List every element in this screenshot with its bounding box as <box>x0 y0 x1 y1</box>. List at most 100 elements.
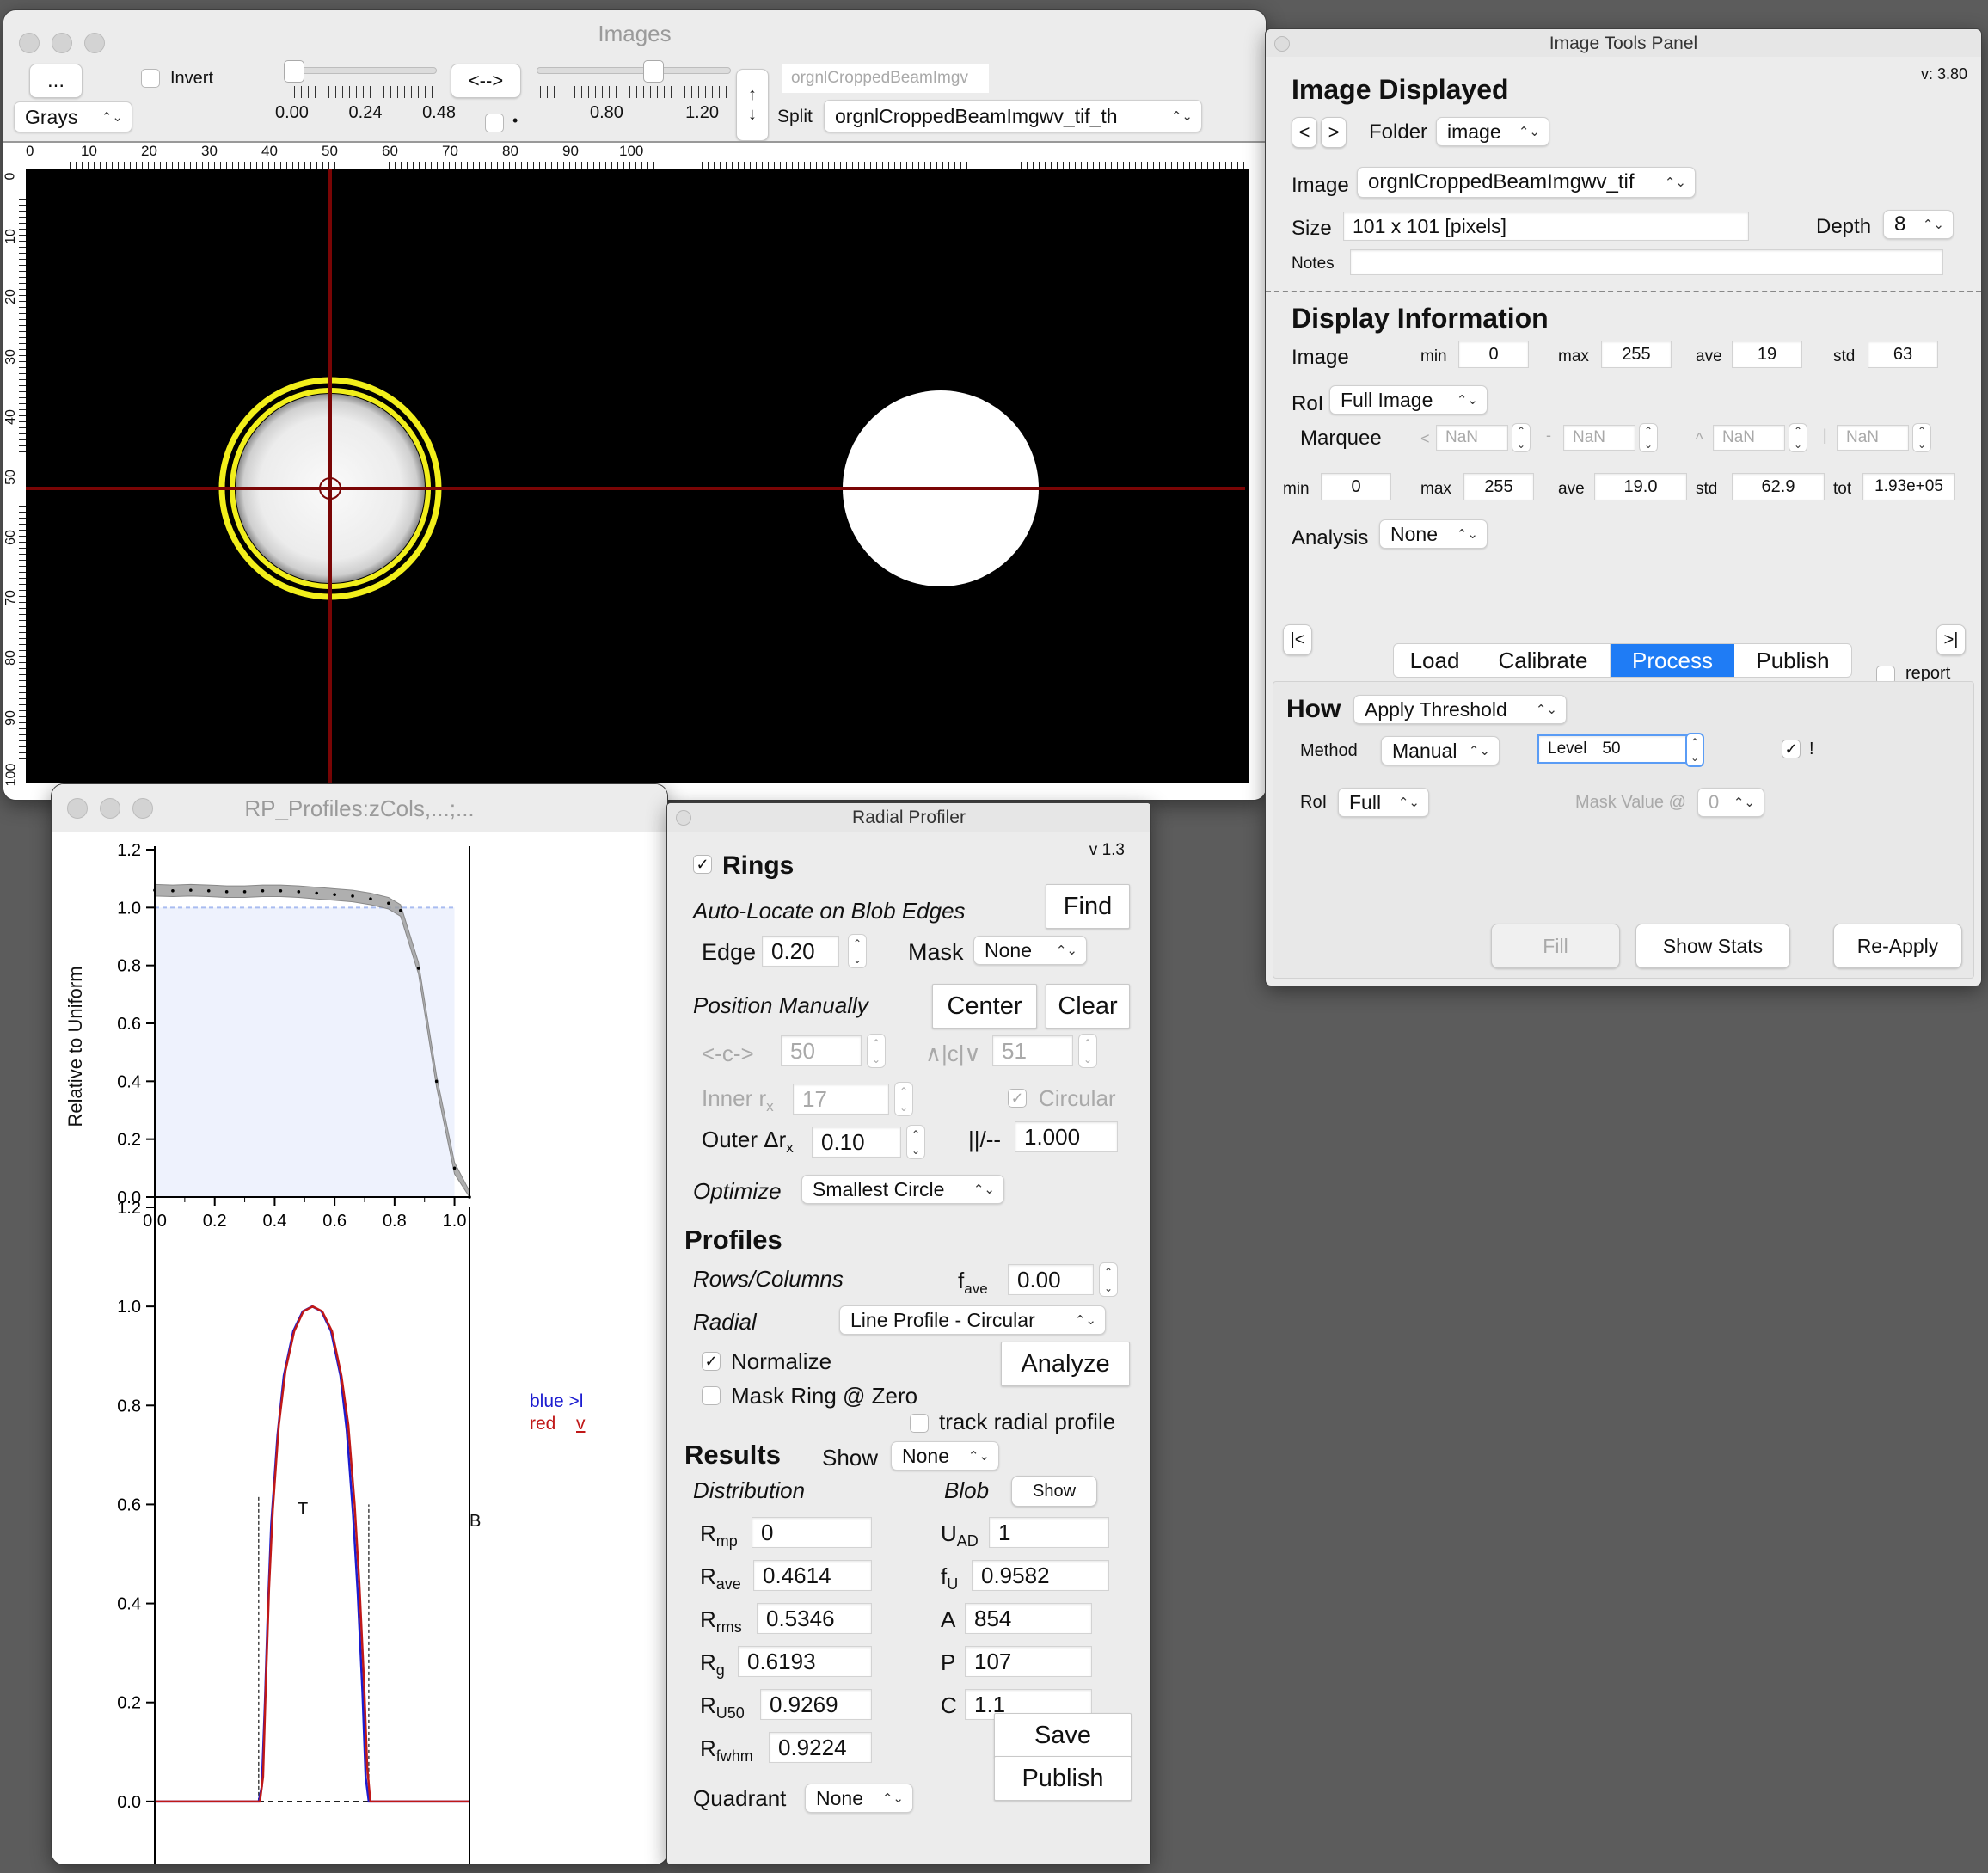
center-y-field[interactable]: 51 <box>992 1035 1073 1066</box>
tab-calibrate[interactable]: Calibrate <box>1476 644 1611 677</box>
max-slider-ticks <box>540 86 729 98</box>
radial-titlebar[interactable]: Radial Profiler <box>667 803 1150 832</box>
radial-label: Radial <box>693 1309 757 1335</box>
minimize-icon[interactable] <box>100 798 120 819</box>
radial-close-icon[interactable] <box>676 810 691 826</box>
radial-mode-select[interactable]: Line Profile - Circular ⌃⌄ <box>839 1305 1106 1335</box>
next-image-button[interactable]: > <box>1321 117 1347 148</box>
tab-load[interactable]: Load <box>1394 644 1476 677</box>
edge-stepper[interactable]: ⌃ ⌄ <box>848 934 867 968</box>
folder-select[interactable]: image ⌃⌄ <box>1436 117 1549 146</box>
bottom-y-tick-label: 0.6 <box>117 1495 141 1514</box>
track-profile-checkbox[interactable] <box>910 1414 929 1433</box>
analyze-button[interactable]: Analyze <box>1001 1342 1130 1386</box>
depth-select[interactable]: 8 ⌃⌄ <box>1883 210 1954 239</box>
zoom-icon[interactable] <box>84 33 105 53</box>
level-stepper[interactable]: ⌃ ⌄ <box>1685 733 1704 767</box>
center-x-field[interactable]: 50 <box>781 1035 862 1066</box>
x-ruler-label: 40 <box>261 143 278 159</box>
mask-select[interactable]: None ⌃⌄ <box>973 936 1087 965</box>
save-button[interactable]: Save <box>994 1713 1132 1758</box>
marquee-left-field[interactable]: NaN <box>1436 425 1508 451</box>
more-button[interactable]: ... <box>29 64 83 98</box>
image-canvas[interactable] <box>26 169 1249 783</box>
process-roi-select[interactable]: Full ⌃⌄ <box>1338 788 1429 817</box>
show-stats-button[interactable]: Show Stats <box>1635 924 1790 968</box>
edge-field[interactable]: 0.20 <box>762 936 839 967</box>
method-select[interactable]: Manual ⌃⌄ <box>1381 736 1500 765</box>
outer-r-field[interactable]: 0.10 <box>812 1127 901 1158</box>
tools-titlebar[interactable]: Image Tools Panel <box>1266 29 1981 57</box>
roi-tot-field: 1.93e+05 <box>1862 473 1955 500</box>
profile-point <box>242 890 247 894</box>
fave-stepper[interactable]: ⌃ ⌄ <box>1099 1262 1118 1297</box>
marquee-top-field[interactable]: NaN <box>1713 425 1785 451</box>
first-tab-button[interactable]: |< <box>1283 624 1312 655</box>
notes-field[interactable] <box>1350 249 1943 275</box>
center-y-stepper[interactable]: ⌃ ⌄ <box>1078 1034 1097 1068</box>
invert-label: Invert <box>170 69 214 88</box>
find-button[interactable]: Find <box>1046 884 1130 929</box>
max-slider-track[interactable] <box>537 67 731 74</box>
reapply-button[interactable]: Re-Apply <box>1833 924 1962 968</box>
marquee-bottom-field[interactable]: NaN <box>1837 425 1909 451</box>
tab-publish[interactable]: Publish <box>1734 644 1851 677</box>
legend-red: red <box>530 1414 556 1434</box>
fave-field[interactable]: 0.00 <box>1008 1264 1094 1295</box>
tab-process[interactable]: Process <box>1611 644 1734 677</box>
zoom-icon[interactable] <box>132 798 153 819</box>
show-select[interactable]: None ⌃⌄ <box>891 1441 999 1471</box>
circular-checkbox[interactable]: ✓ <box>1008 1089 1027 1108</box>
min-slider-thumb[interactable] <box>284 60 304 83</box>
marquee-right-stepper[interactable]: ⌃ ⌄ <box>1639 423 1658 452</box>
rings-checkbox[interactable]: ✓ <box>693 855 712 874</box>
image-name-field[interactable]: orgnlCroppedBeamImgv <box>782 64 989 93</box>
clear-button[interactable]: Clear <box>1046 984 1130 1029</box>
center-button[interactable]: Center <box>932 984 1037 1029</box>
minimize-icon[interactable] <box>52 33 72 53</box>
ratio-field[interactable]: 1.000 <box>1015 1121 1118 1152</box>
publish-button[interactable]: Publish <box>994 1756 1132 1801</box>
center-x-stepper[interactable]: ⌃ ⌄ <box>867 1034 886 1068</box>
fu-field: 0.9582 <box>972 1560 1109 1591</box>
max-slider-thumb[interactable] <box>643 60 664 83</box>
marquee-left-stepper[interactable]: ⌃ ⌄ <box>1512 423 1531 452</box>
tools-close-icon[interactable] <box>1274 36 1290 52</box>
inner-r-field[interactable]: 17 <box>793 1084 889 1115</box>
close-icon[interactable] <box>67 798 88 819</box>
image-select[interactable]: orgnlCroppedBeamImgwv_tif ⌃⌄ <box>1357 167 1696 198</box>
mask-ring-checkbox[interactable] <box>702 1386 721 1405</box>
profile-point <box>333 893 336 896</box>
split-select[interactable]: orgnlCroppedBeamImgwv_tif_th ⌃⌄ <box>824 100 1202 132</box>
analysis-select[interactable]: None ⌃⌄ <box>1379 519 1488 549</box>
auto-apply-checkbox[interactable]: ✓ <box>1782 740 1801 758</box>
level-field[interactable]: Level 50 <box>1537 734 1697 764</box>
marquee-bottom-stepper[interactable]: ⌃ ⌄ <box>1912 423 1931 452</box>
min-slider-track[interactable] <box>292 67 437 74</box>
marquee-top-stepper[interactable]: ⌃ ⌄ <box>1789 423 1807 452</box>
blob-show-button[interactable]: Show <box>1011 1476 1097 1507</box>
inner-r-stepper[interactable]: ⌃ ⌄ <box>894 1082 913 1116</box>
roi-select[interactable]: Full Image ⌃⌄ <box>1329 385 1488 415</box>
optimize-select[interactable]: Smallest Circle ⌃⌄ <box>801 1175 1004 1204</box>
swap-button[interactable]: <--> <box>451 64 521 98</box>
invert-checkbox[interactable] <box>141 69 160 88</box>
last-tab-button[interactable]: >| <box>1936 624 1966 655</box>
quadrant-select[interactable]: None ⌃⌄ <box>805 1784 913 1813</box>
mask-value-select[interactable]: 0 ⌃⌄ <box>1697 788 1764 817</box>
outer-r-stepper[interactable]: ⌃ ⌄ <box>906 1125 925 1159</box>
colormap-select[interactable]: Grays ⌃⌄ <box>14 101 132 132</box>
marquee-right-field[interactable]: NaN <box>1563 425 1635 451</box>
optimize-label: Optimize <box>693 1178 782 1204</box>
bottom-y-tick-label: 1.2 <box>117 1199 141 1218</box>
normalize-checkbox[interactable]: ✓ <box>702 1352 721 1371</box>
prev-image-button[interactable]: < <box>1292 117 1317 148</box>
y-ruler-label: 20 <box>3 289 18 304</box>
how-select[interactable]: Apply Threshold ⌃⌄ <box>1353 695 1567 724</box>
y-ruler-label: 60 <box>3 530 18 545</box>
fill-button[interactable]: Fill <box>1491 924 1620 968</box>
frame-stepper[interactable]: ↑ ↓ <box>736 69 769 141</box>
close-icon[interactable] <box>19 33 40 53</box>
option-checkbox[interactable] <box>485 114 504 132</box>
images-titlebar[interactable]: Images <box>3 21 1266 55</box>
